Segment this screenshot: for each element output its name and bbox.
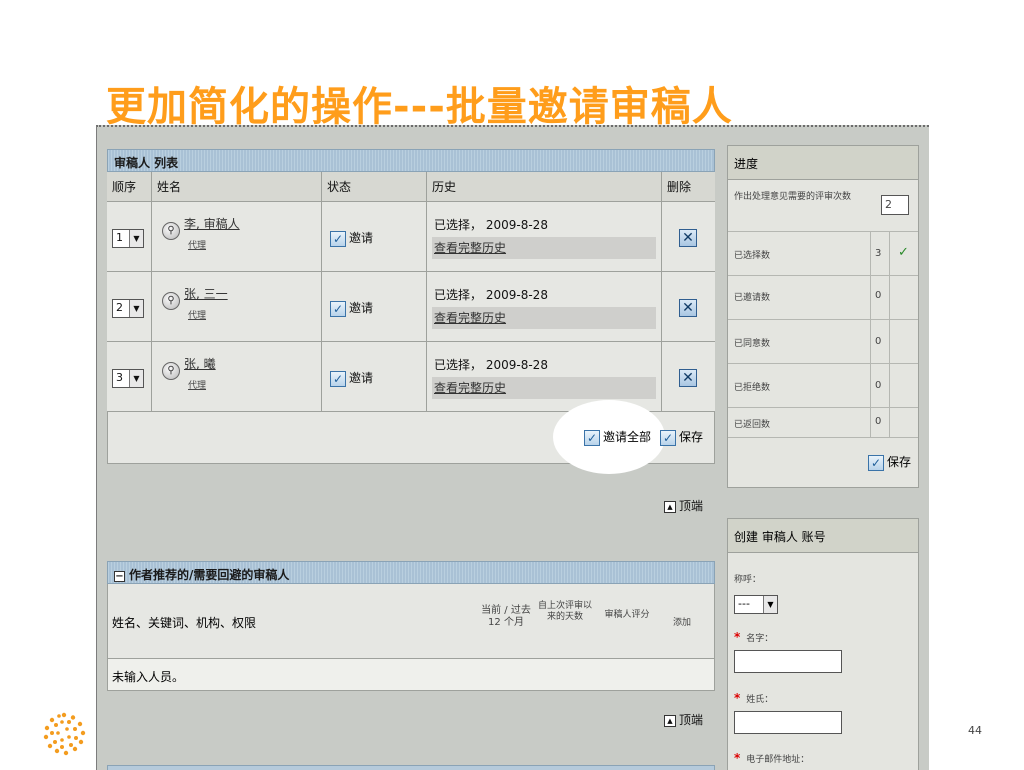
recommended-title: 作者推荐的/需要回避的审稿人 bbox=[129, 568, 290, 582]
checkbox-icon: ✓ bbox=[330, 300, 346, 317]
progress-save-button[interactable]: ✓ 保存 bbox=[868, 453, 911, 471]
create-account-panel: 创建 审稿人 账号 称呼： --- ▼ * 名字： * 姓氏： * 电子邮件地址： bbox=[727, 518, 919, 770]
reviewer-icon[interactable]: ⚲ bbox=[162, 362, 180, 380]
progress-row: 已返回数 0 bbox=[728, 408, 918, 438]
column-order: 顺序 bbox=[107, 172, 152, 201]
invite-status[interactable]: ✓ 邀请 bbox=[330, 229, 373, 247]
column-name: 姓名 bbox=[152, 172, 322, 201]
table-row: 1 ▼ ⚲ 李, 审稿人 代理 ✓ 邀请 已选择， 2009-8-28 查看完整历史… bbox=[107, 202, 715, 272]
recommended-header: − 作者推荐的/需要回避的审稿人 bbox=[107, 561, 715, 584]
invite-status[interactable]: ✓ 邀请 bbox=[330, 299, 373, 317]
checkbox-icon: ✓ bbox=[660, 429, 676, 446]
history-status: 已选择， 2009-8-28 bbox=[434, 288, 548, 302]
recommended-empty-row: 未输入人员。 bbox=[107, 659, 715, 691]
page-number: 44 bbox=[968, 724, 982, 737]
delete-icon[interactable]: ✕ bbox=[679, 299, 697, 317]
progress-panel: 进度 作出处理意见需要的评审次数 2 已选择数 3 ✓ 已邀请数 0 已同意数 … bbox=[727, 145, 919, 488]
column-current-past: 当前 / 过去 12 个月 bbox=[481, 605, 531, 628]
empty-message: 未输入人员。 bbox=[112, 670, 185, 684]
order-select[interactable]: 1 ▼ bbox=[112, 229, 144, 248]
top-link[interactable]: ▲ 顶端 bbox=[664, 497, 703, 514]
arrow-up-icon: ▲ bbox=[664, 714, 676, 727]
delete-icon[interactable]: ✕ bbox=[679, 229, 697, 247]
email-label: * 电子邮件地址： bbox=[734, 751, 810, 765]
progress-row: 已选择数 3 ✓ bbox=[728, 232, 918, 276]
chevron-down-icon: ▼ bbox=[763, 596, 777, 613]
top-link[interactable]: ▲ 顶端 bbox=[664, 711, 703, 728]
slide-title: 更加简化的操作---批量邀请审稿人 bbox=[106, 84, 733, 130]
chevron-down-icon: ▼ bbox=[129, 370, 143, 387]
history-status: 已选择， 2009-8-28 bbox=[434, 218, 548, 232]
first-name-input[interactable] bbox=[734, 650, 842, 673]
arrow-up-icon: ▲ bbox=[664, 500, 676, 513]
reviewer-name-link[interactable]: 李, 审稿人 bbox=[184, 215, 240, 232]
checkbox-icon: ✓ bbox=[584, 429, 600, 446]
reviewer-name-link[interactable]: 张, 曦 bbox=[184, 355, 216, 372]
view-history-link[interactable]: 查看完整历史 bbox=[434, 309, 506, 326]
salutation-select[interactable]: --- ▼ bbox=[734, 595, 778, 614]
reviewer-name-link[interactable]: 张, 三一 bbox=[184, 285, 228, 302]
table-row: 2 ▼ ⚲ 张, 三一 代理 ✓ 邀请 已选择， 2009-8-28 查看完整历史 … bbox=[107, 272, 715, 342]
view-history-link[interactable]: 查看完整历史 bbox=[434, 379, 506, 396]
invite-status[interactable]: ✓ 邀请 bbox=[330, 369, 373, 387]
progress-title: 进度 bbox=[734, 157, 759, 171]
chevron-down-icon: ▼ bbox=[129, 230, 143, 247]
progress-header: 进度 bbox=[728, 146, 918, 180]
column-status: 状态 bbox=[322, 172, 427, 201]
progress-row: 已邀请数 0 bbox=[728, 276, 918, 320]
order-select[interactable]: 2 ▼ bbox=[112, 299, 144, 318]
reviewer-list-header: 审稿人 列表 bbox=[107, 149, 715, 172]
create-account-title: 创建 审稿人 账号 bbox=[734, 530, 826, 544]
progress-row: 已同意数 0 bbox=[728, 320, 918, 364]
reviewer-list-title: 审稿人 列表 bbox=[114, 156, 179, 170]
checkbox-icon: ✓ bbox=[330, 230, 346, 247]
column-delete: 删除 bbox=[667, 180, 692, 194]
progress-row: 已拒绝数 0 bbox=[728, 364, 918, 408]
reviewer-list-column-headers: 顺序 姓名 状态 历史 删除 bbox=[107, 172, 715, 202]
chevron-down-icon: ▼ bbox=[129, 300, 143, 317]
column-history: 历史 bbox=[427, 172, 662, 201]
create-account-header: 创建 审稿人 账号 bbox=[728, 519, 918, 553]
invite-all-button[interactable]: ✓ 邀请全部 bbox=[584, 428, 651, 446]
first-name-label: * 名字： bbox=[734, 630, 774, 644]
history-status: 已选择， 2009-8-28 bbox=[434, 358, 548, 372]
column-name-keywords: 姓名、关键词、机构、权限 bbox=[112, 616, 257, 630]
salutation-label: 称呼： bbox=[734, 575, 762, 585]
proxy-link[interactable]: 代理 bbox=[188, 378, 206, 391]
proxy-link[interactable]: 代理 bbox=[188, 238, 206, 251]
view-history-link[interactable]: 查看完整历史 bbox=[434, 239, 506, 256]
logo-icon bbox=[43, 712, 86, 756]
column-add: 添加 bbox=[673, 618, 692, 628]
last-name-label: * 姓氏： bbox=[734, 691, 774, 705]
proxy-link[interactable]: 代理 bbox=[188, 308, 206, 321]
check-icon: ✓ bbox=[898, 245, 909, 260]
column-reviewer-score: 审稿人评分 bbox=[604, 610, 650, 620]
order-select[interactable]: 3 ▼ bbox=[112, 369, 144, 388]
reviewer-actions-row: ✓ 邀请全部 ✓ 保存 bbox=[107, 400, 715, 474]
collapse-icon[interactable]: − bbox=[114, 571, 125, 582]
checkbox-icon: ✓ bbox=[868, 454, 884, 471]
recommended-column-headers: 姓名、关键词、机构、权限 当前 / 过去 12 个月 自上次评审以来的天数 审稿… bbox=[107, 584, 715, 659]
required-reviews-input[interactable]: 2 bbox=[881, 195, 909, 215]
last-name-input[interactable] bbox=[734, 711, 842, 734]
column-days-since: 自上次评审以来的天数 bbox=[538, 601, 593, 622]
required-reviews-label: 作出处理意见需要的评审次数 bbox=[734, 192, 852, 202]
reviewer-icon[interactable]: ⚲ bbox=[162, 292, 180, 310]
delete-icon[interactable]: ✕ bbox=[679, 369, 697, 387]
checkbox-icon: ✓ bbox=[330, 370, 346, 387]
screenshot-area: 审稿人 列表 顺序 姓名 状态 历史 删除 1 ▼ ⚲ 李, 审稿人 代理 ✓ 邀请… bbox=[96, 125, 929, 770]
save-button[interactable]: ✓ 保存 bbox=[660, 428, 703, 446]
reviewer-icon[interactable]: ⚲ bbox=[162, 222, 180, 240]
